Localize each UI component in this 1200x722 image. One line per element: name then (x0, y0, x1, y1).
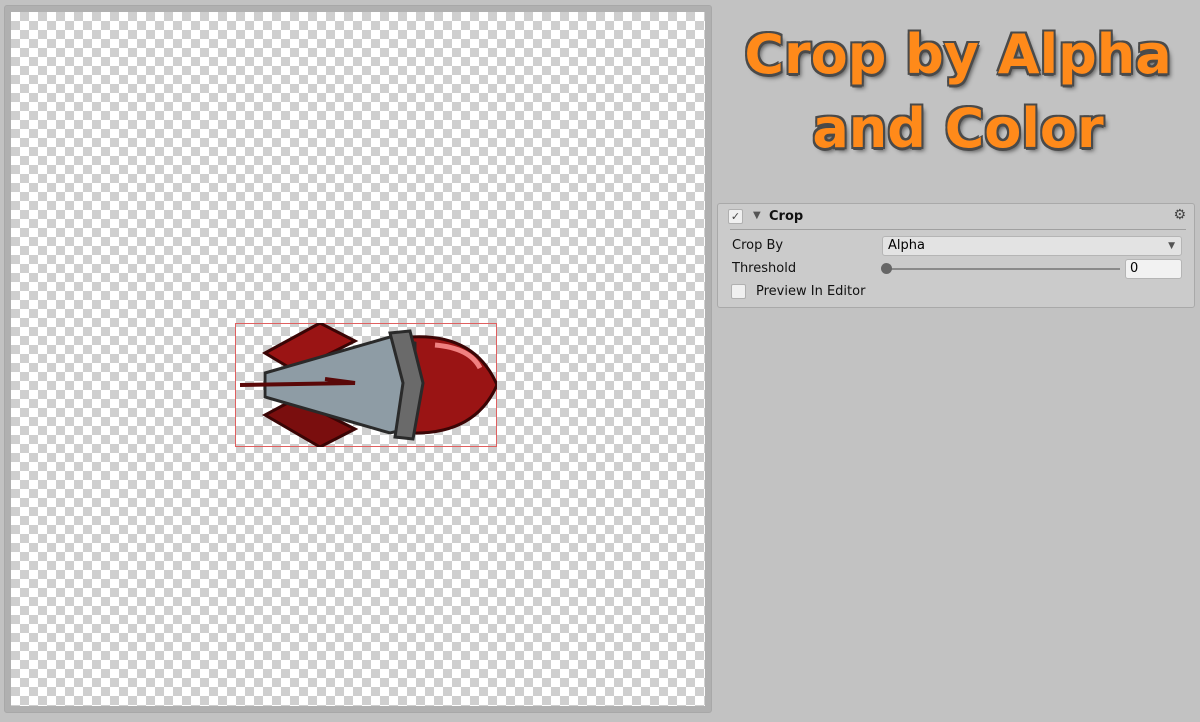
check-icon: ✓ (730, 210, 741, 223)
threshold-slider-track[interactable] (886, 268, 1120, 270)
chevron-down-icon: ▼ (1168, 241, 1175, 251)
threshold-slider-handle[interactable] (881, 263, 892, 274)
preview-in-editor-label: Preview In Editor (756, 284, 866, 299)
scene-viewport[interactable] (4, 5, 712, 713)
crop-by-label: Crop By (732, 238, 784, 253)
preview-in-editor-checkbox[interactable] (731, 284, 746, 299)
component-title: Crop (769, 209, 804, 224)
enable-checkbox[interactable]: ✓ (728, 209, 743, 224)
rocket-sprite (239, 323, 497, 447)
threshold-input[interactable]: 0 (1125, 259, 1182, 279)
title-line-2: and Color (812, 97, 1104, 160)
crop-by-value: Alpha (888, 238, 925, 253)
title-line-1: Crop by Alpha (744, 23, 1172, 86)
threshold-label: Threshold (732, 261, 797, 276)
transparent-canvas (11, 12, 705, 706)
crop-component-panel: ✓ ▼ Crop ⚙ Crop By Alpha ▼ Threshold 0 Pr… (717, 203, 1195, 308)
component-header[interactable]: ✓ ▼ Crop ⚙ (718, 204, 1194, 230)
gear-icon[interactable]: ⚙ (1173, 207, 1186, 223)
promo-title: Crop by Alpha and Color (716, 18, 1200, 166)
foldout-arrow-icon[interactable]: ▼ (753, 210, 761, 221)
header-divider (730, 229, 1186, 230)
crop-by-dropdown[interactable]: Alpha ▼ (882, 236, 1182, 256)
